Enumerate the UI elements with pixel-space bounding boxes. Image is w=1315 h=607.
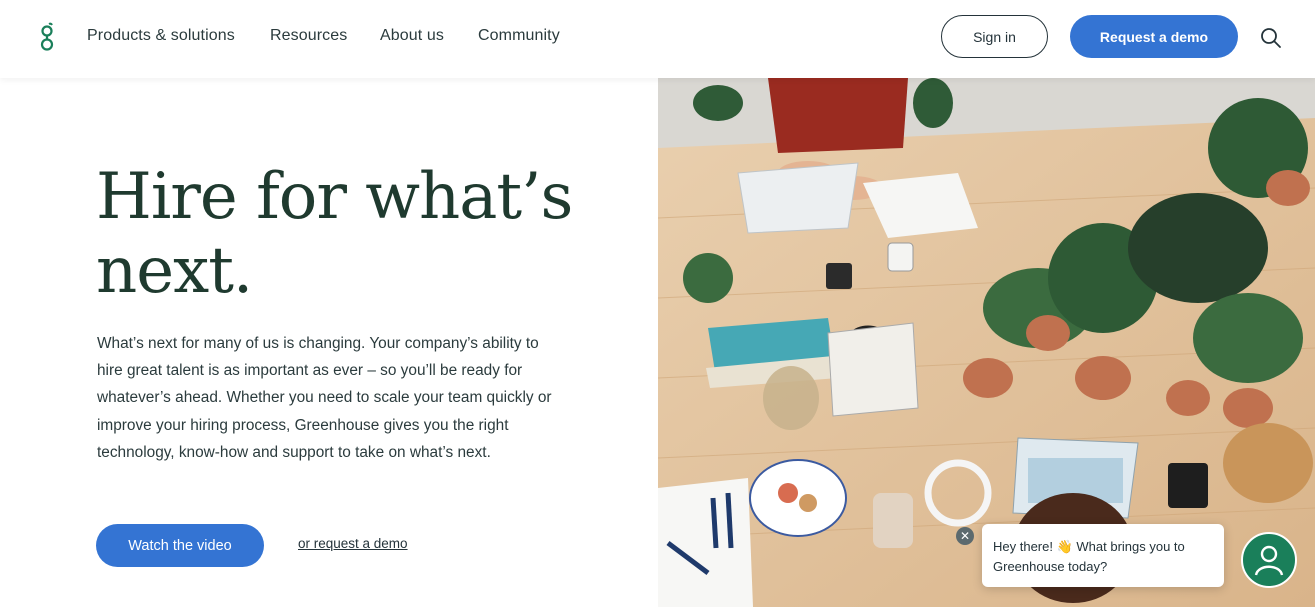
hero-description: What’s next for many of us is changing. … — [97, 335, 552, 461]
chat-message-bubble[interactable]: Hey there! 👋 What brings you to Greenhou… — [982, 524, 1224, 587]
greenhouse-logo-icon[interactable] — [36, 22, 58, 54]
nav-products-solutions[interactable]: Products & solutions — [87, 27, 235, 45]
sign-in-button[interactable]: Sign in — [941, 15, 1048, 58]
request-demo-link[interactable]: or request a demo — [298, 536, 408, 551]
hero-title: Hire for what’s next. — [96, 160, 573, 308]
chat-person-icon[interactable] — [1241, 532, 1297, 588]
search-icon[interactable] — [1259, 26, 1283, 50]
watch-video-button[interactable]: Watch the video — [96, 524, 264, 567]
nav-about-us[interactable]: About us — [380, 27, 444, 45]
nav-community[interactable]: Community — [478, 27, 560, 45]
chat-close-icon[interactable]: ✕ — [956, 527, 974, 545]
site-header: Products & solutions Resources About us … — [0, 0, 1315, 78]
request-demo-button[interactable]: Request a demo — [1070, 15, 1238, 58]
nav-resources[interactable]: Resources — [270, 27, 347, 45]
